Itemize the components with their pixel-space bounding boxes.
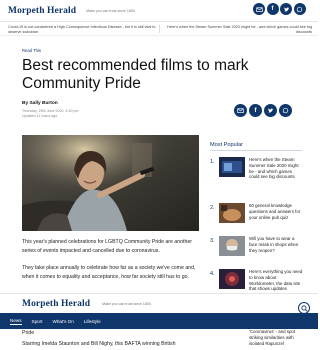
- most-popular-item[interactable]: 2. 60 general knowledge questions and an…: [210, 203, 302, 237]
- item-number: 1.: [210, 159, 215, 165]
- site-logo[interactable]: Morpeth Herald: [22, 299, 90, 309]
- section-label[interactable]: Read This: [22, 48, 41, 53]
- article-headline: Best recommended films to mark Community…: [22, 57, 249, 92]
- nav-item-whats-on[interactable]: What's On: [52, 319, 73, 324]
- nav-item-news[interactable]: News: [10, 318, 22, 325]
- site-tagline: Make you can trust since 1854: [86, 8, 135, 13]
- item-number: 4.: [210, 271, 215, 277]
- most-popular-item[interactable]: 1. Here's when the Steam Summer Sale 202…: [210, 157, 302, 191]
- item-thumbnail: [219, 157, 245, 177]
- item-number: 3.: [210, 238, 215, 244]
- item-headline: Will you have to wear a face mask in sho…: [249, 236, 299, 253]
- article-paragraph: This year's planned celebrations for LGB…: [22, 239, 192, 254]
- film-subheading: Pride: [22, 330, 35, 336]
- facebook-icon[interactable]: f: [249, 104, 262, 117]
- mail-icon[interactable]: [234, 104, 247, 117]
- site-tagline: Make you can trust since 1854: [102, 301, 151, 306]
- divider: [210, 150, 302, 151]
- ticker-item-right[interactable]: Here's when the Steam Summer Sale 2020 m…: [166, 25, 312, 34]
- header-social-icons: f: [253, 3, 306, 15]
- publish-date: Thursday, 25th June 2020, 4:30 pm: [22, 109, 79, 113]
- nav-item-lifestyle[interactable]: Lifestyle: [84, 319, 101, 324]
- facebook-icon[interactable]: f: [266, 3, 279, 15]
- share-icons: f: [234, 104, 292, 117]
- update-date: Updated 11 hours ago: [22, 114, 58, 118]
- twitter-icon[interactable]: [280, 3, 292, 15]
- item-thumbnail: [219, 203, 245, 223]
- sticky-header: Morpeth Herald Make you can trust since …: [0, 293, 318, 313]
- site-logo[interactable]: Morpeth Herald: [8, 6, 76, 16]
- item-headline: Here's when the Steam Summer Sale 2020 m…: [249, 157, 299, 180]
- ticker-item-left[interactable]: Covid-19 is not considered a High Conseq…: [8, 25, 156, 34]
- ticker-divider: [159, 25, 160, 33]
- most-popular-item[interactable]: 3. Will you have to wear a face mask in …: [210, 236, 302, 270]
- search-icon: [300, 304, 308, 312]
- whatsapp-icon[interactable]: [279, 104, 292, 117]
- most-popular-item-peek[interactable]: 'Coronavirus' - and spot striking simila…: [249, 329, 309, 346]
- news-ticker: Covid-19 is not considered a High Conseq…: [0, 22, 318, 36]
- twitter-icon[interactable]: [264, 104, 277, 117]
- most-popular-heading: Most Popular: [210, 142, 243, 148]
- article-hero-image: [22, 135, 199, 231]
- article-paragraph: They take place annually to celebrate ho…: [22, 265, 196, 280]
- main-nav: News Sport What's On Lifestyle: [0, 313, 318, 329]
- item-thumbnail: [219, 269, 245, 289]
- item-headline: Here's everything you need to know about…: [249, 269, 303, 292]
- mail-icon[interactable]: [253, 3, 265, 15]
- item-thumbnail: [219, 236, 245, 256]
- item-headline: 60 general knowledge questions and answe…: [249, 203, 301, 220]
- item-number: 2.: [210, 205, 215, 211]
- author-byline[interactable]: By Sally Burton: [22, 101, 58, 106]
- whatsapp-icon[interactable]: [293, 3, 306, 15]
- woman-with-remote-photo: [22, 135, 199, 231]
- nav-item-sport[interactable]: Sport: [32, 319, 43, 324]
- article-paragraph: Starring Imelda Staunton and Bill Nighy,…: [22, 341, 176, 347]
